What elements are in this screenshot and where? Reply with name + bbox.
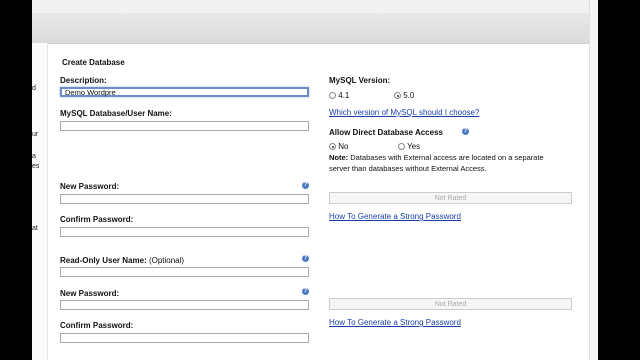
access-option-label: Yes [407, 142, 421, 151]
readonly-user-input[interactable] [60, 267, 309, 277]
left-fragment: es [32, 163, 40, 170]
top-bar [32, 0, 598, 14]
description-value: Demo Wordpre [65, 88, 116, 97]
form-title: Create Database [62, 58, 125, 67]
mysql-version-label: MySQL Version: [329, 76, 391, 85]
note-label: Note: [329, 153, 349, 162]
access-option-yes[interactable]: Yes [398, 142, 420, 151]
mysql-user-label: MySQL Database/User Name: [60, 109, 172, 118]
direct-access-label: Allow Direct Database Access [329, 128, 443, 137]
new-password-label: New Password: [60, 182, 120, 191]
strong-password-link[interactable]: How To Generate a Strong Password [329, 212, 461, 221]
access-option-label: No [338, 142, 349, 151]
version-option-label: 4.1 [338, 91, 350, 100]
help-question-icon[interactable]: ? [462, 128, 469, 135]
left-fragment: ur [32, 131, 39, 138]
new-password-label-2: New Password: [60, 289, 120, 298]
header-band [32, 13, 598, 44]
screen: d ur a es at Create Database Description… [32, 0, 598, 360]
readonly-user-label: Read-Only User Name: (Optional) [60, 256, 184, 265]
external-access-note: Note: Databases with External access are… [329, 152, 564, 174]
version-option-41[interactable]: 4.1 [329, 91, 349, 100]
readonly-optional-text: (Optional) [148, 256, 185, 265]
access-option-no[interactable]: No [329, 142, 348, 151]
description-input[interactable]: Demo Wordpre [60, 87, 309, 97]
confirm-password-label: Confirm Password: [60, 215, 134, 224]
radio-selected-icon[interactable] [329, 143, 336, 151]
version-option-50[interactable]: 5.0 [394, 91, 414, 100]
mysql-user-input[interactable] [60, 121, 309, 131]
password-strength-meter-2: Not Rated [329, 298, 572, 310]
radio-icon[interactable] [398, 143, 405, 151]
new-password-input-2[interactable] [60, 300, 309, 310]
readonly-user-label-text: Read-Only User Name: [60, 256, 147, 265]
left-fragment: d [32, 85, 36, 92]
note-text: Databases with External access are locat… [329, 153, 544, 173]
help-question-icon[interactable]: ? [302, 255, 309, 262]
right-edge [589, 0, 598, 360]
help-question-icon[interactable]: ? [302, 288, 309, 295]
direct-access-label-text: Allow Direct Database Access [329, 128, 443, 137]
left-partial-panel: d ur a es at [32, 43, 48, 360]
strong-password-link-2[interactable]: How To Generate a Strong Password [329, 318, 461, 327]
version-option-label: 5.0 [403, 91, 415, 100]
left-fragment: at [32, 225, 38, 232]
confirm-password-input-2[interactable] [60, 333, 309, 343]
radio-icon[interactable] [329, 92, 336, 100]
left-fragment: a [32, 153, 36, 160]
confirm-password-label-2: Confirm Password: [60, 321, 134, 330]
password-strength-meter: Not Rated [329, 192, 572, 204]
confirm-password-input[interactable] [60, 227, 309, 237]
new-password-input[interactable] [60, 194, 309, 204]
help-question-icon[interactable]: ? [302, 182, 309, 189]
mysql-version-help-link[interactable]: Which version of MySQL should I choose? [329, 108, 479, 117]
radio-selected-icon[interactable] [394, 92, 401, 100]
description-label: Description: [60, 76, 107, 85]
